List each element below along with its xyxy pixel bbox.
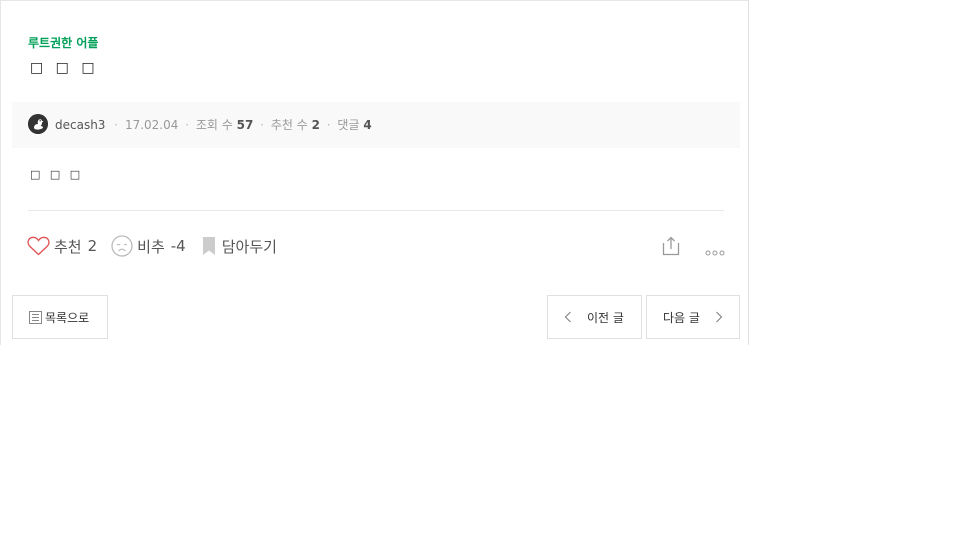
post-date: 17.02.04 bbox=[124, 118, 179, 132]
heart-icon bbox=[27, 236, 50, 256]
share-button[interactable] bbox=[662, 236, 680, 260]
meta-info: decash3 · 17.02.04 · 조회 수 57 · 추천 수 2 · … bbox=[55, 116, 372, 133]
back-to-list-button[interactable]: 목록으로 bbox=[12, 295, 108, 339]
meta-separator: · bbox=[185, 118, 190, 132]
author-name[interactable]: decash3 bbox=[55, 118, 105, 132]
post-category[interactable]: 루트권한 어플 bbox=[28, 34, 98, 51]
next-post-button[interactable]: 다음 글 bbox=[646, 295, 740, 339]
meta-separator: · bbox=[260, 118, 264, 132]
like-count: 2 bbox=[87, 237, 98, 255]
duck-icon bbox=[28, 114, 48, 134]
more-options-button[interactable] bbox=[705, 242, 725, 261]
prev-post-label: 이전 글 bbox=[587, 310, 624, 325]
post-actions: 추천 2 비추 -4 담아두기 bbox=[27, 234, 291, 258]
dislike-button[interactable]: 비추 -4 bbox=[111, 235, 186, 257]
post-body: □ □ □ bbox=[30, 168, 84, 181]
bookmark-icon bbox=[202, 237, 215, 255]
recommend-label: 추천 수 bbox=[270, 118, 308, 132]
like-label: 추천 bbox=[54, 237, 82, 256]
more-icon bbox=[705, 250, 725, 256]
chevron-right-icon bbox=[716, 311, 723, 323]
dislike-count: -4 bbox=[170, 237, 186, 255]
meta-separator: · bbox=[326, 118, 331, 132]
post-title: □ □ □ bbox=[30, 60, 99, 76]
bookmark-label: 담아두기 bbox=[221, 237, 277, 256]
comments-label[interactable]: 댓글 bbox=[337, 118, 359, 132]
post-card: 루트권한 어플 □ □ □ decash3 · 17.02.04 · 조회 수 … bbox=[0, 0, 749, 345]
bookmark-button[interactable]: 담아두기 bbox=[200, 236, 277, 257]
list-icon bbox=[29, 310, 42, 324]
post-meta-bar: decash3 · 17.02.04 · 조회 수 57 · 추천 수 2 · … bbox=[12, 102, 740, 148]
views-count: 57 bbox=[236, 118, 254, 132]
comments-count[interactable]: 4 bbox=[363, 118, 371, 132]
back-to-list-label: 목록으로 bbox=[45, 310, 90, 325]
views-label: 조회 수 bbox=[195, 118, 233, 132]
divider bbox=[28, 210, 724, 211]
like-button[interactable]: 추천 2 bbox=[27, 236, 97, 257]
sad-face-icon bbox=[111, 235, 133, 257]
dislike-label: 비추 bbox=[137, 237, 165, 256]
recommend-count: 2 bbox=[311, 118, 320, 132]
meta-separator: · bbox=[114, 118, 119, 132]
prev-post-button[interactable]: 이전 글 bbox=[547, 295, 642, 339]
next-post-label: 다음 글 bbox=[663, 310, 700, 325]
avatar[interactable] bbox=[28, 114, 48, 134]
share-icon bbox=[662, 236, 680, 256]
chevron-left-icon bbox=[564, 311, 571, 323]
